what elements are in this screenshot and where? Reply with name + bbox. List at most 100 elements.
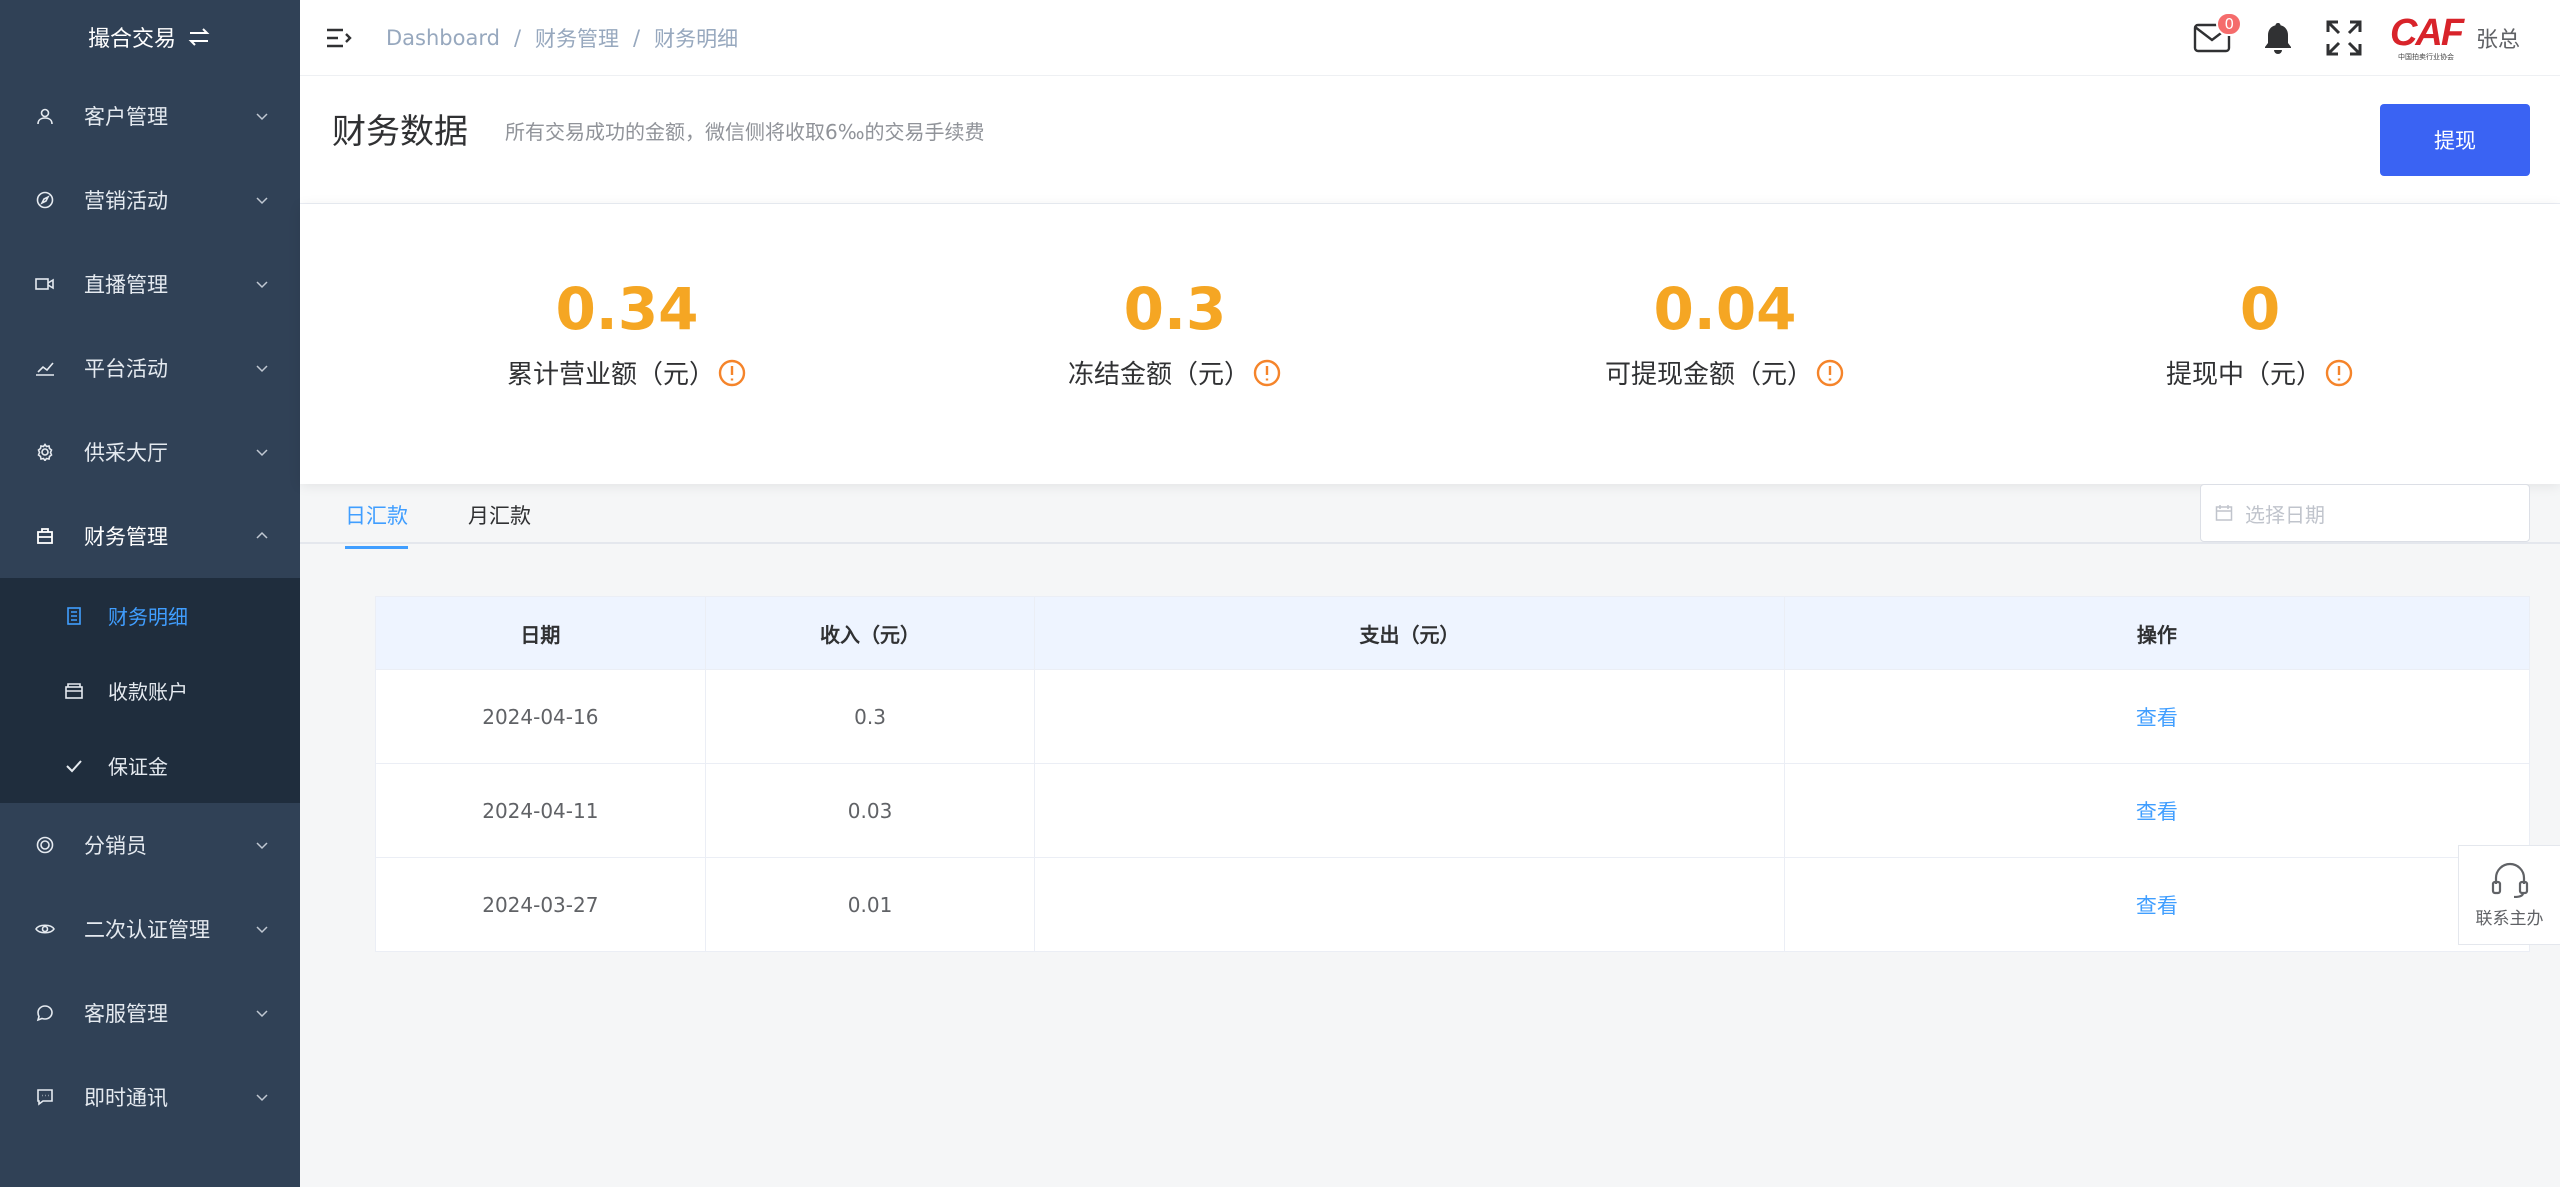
bell-icon — [2264, 23, 2291, 54]
contact-organizer-button[interactable]: 联系主办 — [2458, 845, 2560, 945]
sidebar-subitem-account[interactable]: 收款账户 — [0, 653, 300, 728]
sidebar-item-platform[interactable]: 平台活动 — [0, 326, 300, 410]
cell-action: 查看 — [1785, 858, 2529, 951]
mail-button[interactable]: 0 — [2192, 12, 2242, 58]
table-row: 2024-04-16 0.3 查看 — [376, 669, 2529, 763]
chevron-down-icon — [256, 365, 268, 373]
wallet-icon — [64, 681, 84, 701]
sidebar-item-service[interactable]: 客服管理 — [0, 971, 300, 1055]
finance-table: 日期 收入（元） 支出（元） 操作 2024-04-16 0.3 查看 2024… — [375, 596, 2530, 952]
briefcase-icon — [34, 525, 56, 547]
sidebar: 撮合交易 客户管理 营销活动 直播管理 平台活动 供采大厅 财务管理 财务明细 … — [0, 0, 300, 1187]
cell-income: 0.03 — [706, 764, 1036, 857]
fullscreen-icon — [2326, 20, 2362, 56]
message-icon — [34, 1086, 56, 1108]
sidebar-item-auth[interactable]: 二次认证管理 — [0, 887, 300, 971]
sidebar-item-label: 直播管理 — [84, 273, 168, 297]
tab-daily[interactable]: 日汇款 — [345, 500, 408, 549]
stat-label-row: 可提现金额（元） — [1525, 354, 1925, 391]
cell-date: 2024-04-16 — [376, 670, 706, 763]
stat-value: 0.3 — [1123, 275, 1227, 343]
sidebar-item-label: 平台活动 — [84, 357, 168, 381]
stat-withdrawable: 0.04 可提现金额（元） — [1525, 274, 1925, 391]
logo-subtext: 中国拍卖行业协会 — [2397, 53, 2454, 61]
info-icon[interactable] — [1815, 358, 1845, 388]
stat-value: 0.34 — [555, 275, 699, 343]
stat-value: 0 — [2239, 275, 2281, 343]
sidebar-item-label: 分销员 — [84, 834, 147, 858]
compass-icon — [34, 189, 56, 211]
stat-label-row: 累计营业额（元） — [427, 354, 827, 391]
video-icon — [34, 273, 56, 295]
tab-monthly[interactable]: 月汇款 — [468, 500, 531, 546]
sidebar-item-marketing[interactable]: 营销活动 — [0, 158, 300, 242]
info-icon[interactable] — [2324, 358, 2354, 388]
cell-income: 0.3 — [706, 670, 1036, 763]
info-icon[interactable] — [1252, 358, 1282, 388]
cell-expense — [1035, 764, 1785, 857]
info-icon[interactable] — [717, 358, 747, 388]
check-icon — [64, 756, 84, 776]
cell-action: 查看 — [1785, 670, 2529, 763]
stat-label-row: 冻结金额（元） — [975, 354, 1375, 391]
chevron-down-icon — [256, 1094, 268, 1102]
sidebar-item-label: 供采大厅 — [84, 441, 168, 465]
sidebar-item-live[interactable]: 直播管理 — [0, 242, 300, 326]
stat-label: 冻结金额（元） — [1067, 360, 1250, 390]
switch-icon[interactable] — [186, 26, 212, 48]
sidebar-title: 撮合交易 — [87, 27, 176, 52]
sidebar-subitem-label: 收款账户 — [108, 680, 188, 704]
breadcrumb-finance[interactable]: 财务管理 — [535, 23, 619, 53]
sidebar-item-customer[interactable]: 客户管理 — [0, 74, 300, 158]
mail-badge: 0 — [2216, 12, 2242, 36]
date-picker[interactable]: 选择日期 — [2200, 484, 2530, 542]
sidebar-item-finance[interactable]: 财务管理 — [0, 494, 300, 578]
header-income: 收入（元） — [706, 597, 1036, 669]
stat-withdrawing: 0 提现中（元） — [2060, 274, 2460, 391]
sidebar-item-label: 即时通讯 — [84, 1086, 168, 1110]
table-header: 日期 收入（元） 支出（元） 操作 — [376, 597, 2529, 669]
sidebar-subitem-deposit[interactable]: 保证金 — [0, 728, 300, 803]
table-row: 2024-03-27 0.01 查看 — [376, 857, 2529, 951]
sidebar-item-label: 二次认证管理 — [84, 918, 210, 942]
chevron-up-icon — [256, 531, 268, 539]
user-icon — [34, 105, 56, 127]
contact-label: 联系主办 — [2475, 908, 2544, 929]
topbar-right: 0 CAF 中国拍卖行业协会 张总 — [2166, 0, 2520, 76]
page-header: 财务数据 所有交易成功的金额，微信侧将收取6‰的交易手续费 提现 — [300, 76, 2560, 204]
stat-label: 可提现金额（元） — [1604, 360, 1813, 390]
gear-icon — [34, 441, 56, 463]
view-link[interactable]: 查看 — [2136, 796, 2178, 826]
notification-button[interactable] — [2258, 18, 2298, 58]
withdraw-button[interactable]: 提现 — [2380, 104, 2530, 176]
fullscreen-button[interactable] — [2324, 18, 2364, 58]
sidebar-item-distributor[interactable]: 分销员 — [0, 803, 300, 887]
header-expense: 支出（元） — [1035, 597, 1785, 669]
logo-text: CAF — [2389, 12, 2464, 54]
page-description: 所有交易成功的金额，微信侧将收取6‰的交易手续费 — [505, 120, 985, 144]
sidebar-subitem-finance-detail[interactable]: 财务明细 — [0, 578, 300, 653]
header-action: 操作 — [2136, 622, 2177, 647]
hamburger-icon[interactable] — [326, 27, 352, 49]
breadcrumb-dashboard[interactable]: Dashboard — [386, 26, 500, 50]
stat-label: 提现中（元） — [2165, 360, 2322, 390]
breadcrumb-separator: / — [633, 25, 641, 50]
chevron-down-icon — [256, 197, 268, 205]
sidebar-item-im[interactable]: 即时通讯 — [0, 1055, 300, 1139]
stat-value: 0.04 — [1653, 275, 1797, 343]
username[interactable]: 张总 — [2476, 22, 2520, 54]
stat-label: 累计营业额（元） — [506, 360, 715, 390]
cell-action: 查看 — [1785, 764, 2529, 857]
stat-frozen-amount: 0.3 冻结金额（元） — [975, 274, 1375, 391]
chat-icon — [34, 1002, 56, 1024]
caf-logo: CAF 中国拍卖行业协会 — [2390, 9, 2464, 67]
breadcrumb: Dashboard / 财务管理 / 财务明细 — [386, 23, 738, 53]
table-row: 2024-04-11 0.03 查看 — [376, 763, 2529, 857]
sidebar-header[interactable]: 撮合交易 — [0, 0, 300, 74]
stats-panel: 0.34 累计营业额（元） 0.3 冻结金额（元） 0.04 可提现金额（元） … — [300, 204, 2560, 484]
view-link[interactable]: 查看 — [2136, 890, 2178, 920]
sidebar-item-procurement[interactable]: 供采大厅 — [0, 410, 300, 494]
chevron-down-icon — [256, 113, 268, 121]
view-link[interactable]: 查看 — [2136, 702, 2178, 732]
calendar-icon — [2215, 505, 2233, 521]
